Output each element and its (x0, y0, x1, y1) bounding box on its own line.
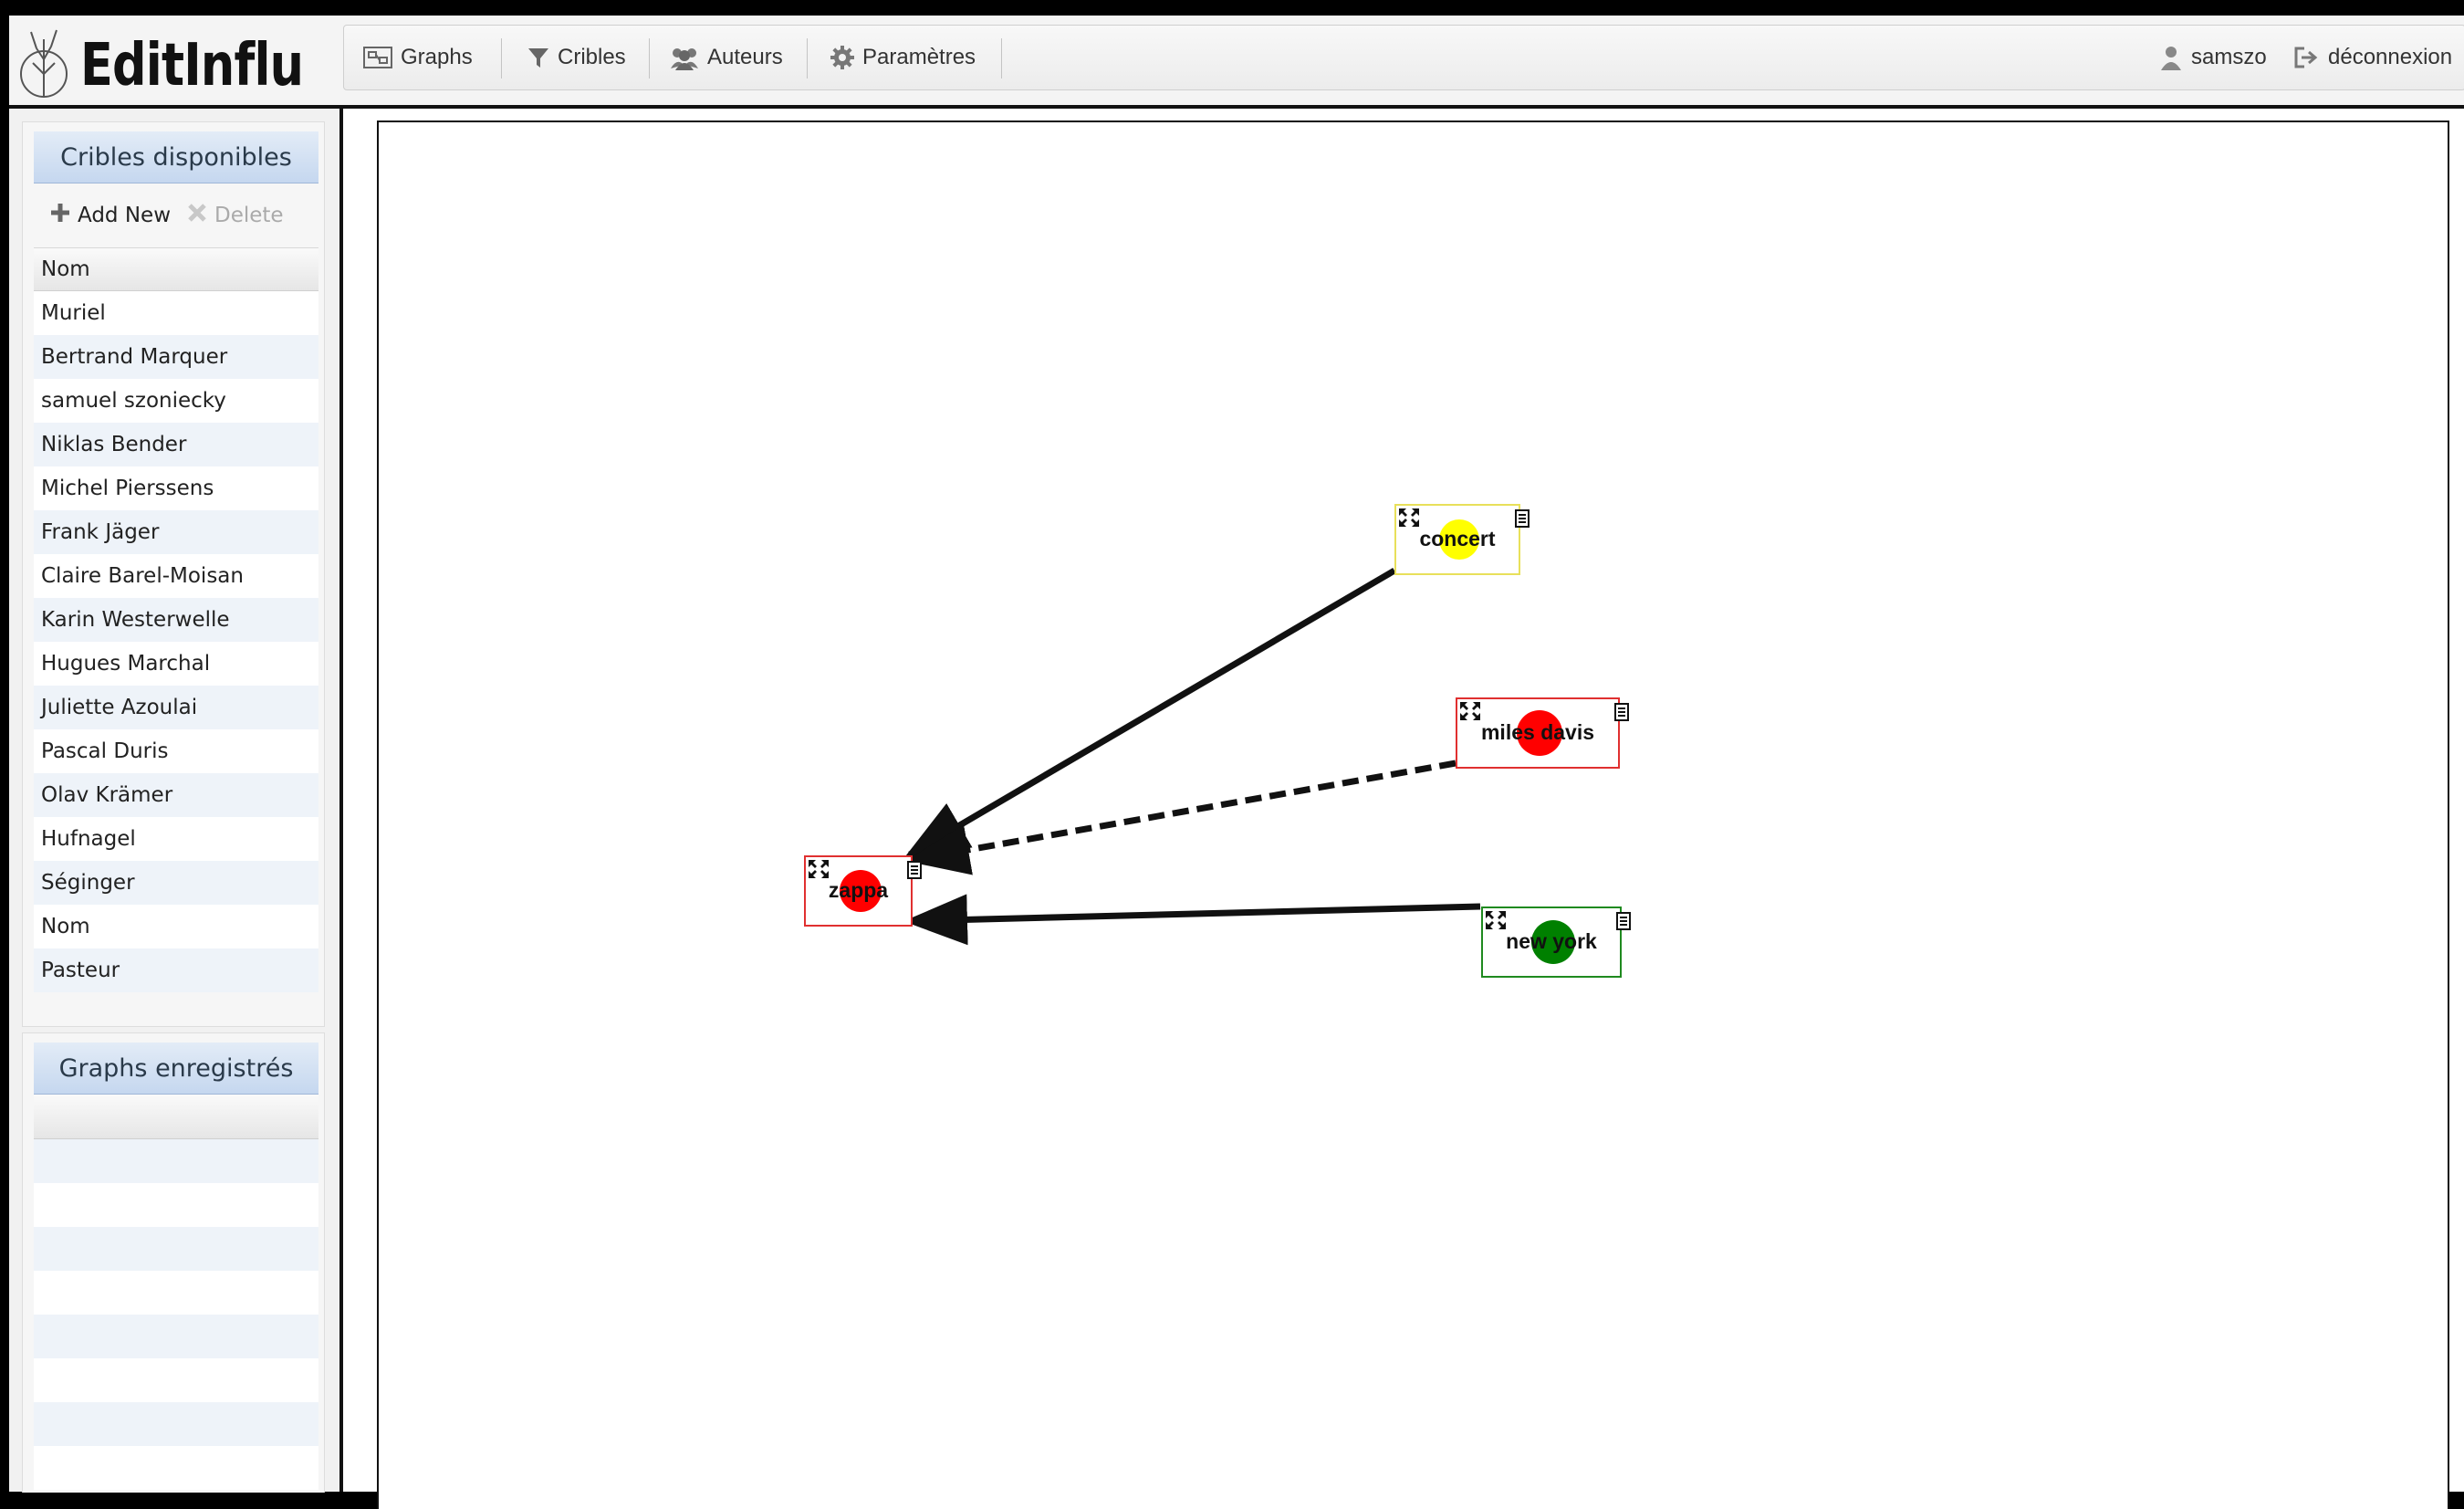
crible-row[interactable]: Pascal Duris (34, 729, 318, 773)
column-header-nom[interactable]: Nom (34, 248, 318, 291)
node-label: miles davis (1480, 720, 1595, 744)
app-window: EditInflu Graphs Cribles Auteurs Paramèt… (9, 16, 2464, 1509)
app-header: EditInflu Graphs Cribles Auteurs Paramèt… (9, 16, 2464, 109)
crible-row[interactable]: Claire Barel-Moisan (34, 554, 318, 598)
menu-separator (649, 38, 650, 79)
graph-list-row (34, 1446, 318, 1490)
graph-list-row (34, 1315, 318, 1358)
add-new-label: Add New (78, 204, 172, 227)
graph-node-concert[interactable]: concert (1394, 504, 1530, 575)
graphs-column-header (34, 1095, 318, 1139)
logout-link[interactable]: déconnexion (2293, 26, 2452, 89)
crible-row[interactable]: Bertrand Marquer (34, 335, 318, 379)
graph-list-row (34, 1271, 318, 1315)
gear-icon (830, 45, 855, 70)
crible-row[interactable]: Séginger (34, 861, 318, 905)
graph-list-row (34, 1227, 318, 1271)
graph-edge-miles-zappa[interactable] (905, 760, 1456, 875)
user-name: samszo (2191, 45, 2267, 69)
graph-edges (903, 567, 1481, 946)
graphs-panel: Graphs enregistrés (22, 1032, 325, 1493)
crible-row[interactable]: Nom (34, 905, 318, 948)
cribles-list: Muriel Bertrand Marquer samuel szoniecky Ni… (34, 291, 318, 992)
cribles-panel-title: Cribles disponibles (34, 131, 318, 183)
users-icon (669, 45, 700, 70)
tree-logo-icon (20, 29, 68, 98)
node-label: new york (1506, 929, 1597, 953)
graphs-list (34, 1139, 318, 1490)
app-logo[interactable]: EditInflu (16, 23, 304, 100)
logo-text: EditInflu (80, 32, 304, 100)
menu-cribles[interactable]: Cribles (527, 26, 626, 89)
crible-row[interactable]: Pasteur (34, 948, 318, 992)
add-new-button[interactable]: Add New (50, 203, 171, 228)
delete-label: Delete (214, 204, 284, 227)
graph-icon (362, 45, 393, 70)
graph-list-row (34, 1139, 318, 1183)
menu-parametres[interactable]: Paramètres (830, 26, 976, 89)
crible-row[interactable]: Olav Krämer (34, 773, 318, 817)
node-label: concert (1419, 527, 1496, 550)
menu-separator (501, 38, 502, 79)
crible-row[interactable]: Karin Westerwelle (34, 598, 318, 642)
menu-parametres-label: Paramètres (862, 45, 976, 69)
crible-row[interactable]: Juliette Azoulai (34, 686, 318, 729)
crible-row[interactable]: Michel Pierssens (34, 466, 318, 510)
graphs-panel-title: Graphs enregistrés (34, 1043, 318, 1095)
graph-node-newyork[interactable]: new york (1481, 906, 1631, 978)
menu-graphs[interactable]: Graphs (362, 26, 473, 89)
delete-button[interactable]: Delete (187, 203, 284, 228)
sidebar: Cribles disponibles Add New Delete Nom M… (9, 109, 343, 1493)
logout-icon (2293, 46, 2319, 69)
main-menubar: Graphs Cribles Auteurs Paramètres samszo… (343, 25, 2464, 90)
crible-row[interactable]: Hugues Marchal (34, 642, 318, 686)
logout-label: déconnexion (2328, 45, 2453, 69)
menu-cribles-label: Cribles (558, 45, 626, 69)
graph-node-zappa[interactable]: zappa (804, 855, 922, 927)
graph-edge-newyork-zappa[interactable] (903, 894, 1481, 946)
crible-row[interactable]: Hufnagel (34, 817, 318, 861)
menu-auteurs-label: Auteurs (707, 45, 783, 69)
crible-row[interactable]: Frank Jäger (34, 510, 318, 554)
filter-icon (527, 46, 550, 69)
menu-auteurs[interactable]: Auteurs (669, 26, 783, 89)
menu-separator (1001, 38, 1002, 79)
cribles-toolbar: Add New Delete (34, 183, 318, 248)
menu-separator (807, 38, 808, 79)
node-label: zappa (828, 878, 889, 902)
crible-row[interactable]: Muriel (34, 291, 318, 335)
menu-graphs-label: Graphs (401, 45, 473, 69)
graph-edge-concert-zappa[interactable] (903, 567, 1396, 858)
graph-node-miles[interactable]: miles davis (1456, 697, 1629, 769)
delete-icon (187, 203, 207, 228)
user-icon (2160, 45, 2182, 70)
graph-canvas[interactable]: concert miles davis zappa new york (377, 121, 2449, 1509)
user-menu[interactable]: samszo (2160, 26, 2267, 89)
graph-list-row (34, 1402, 318, 1446)
crible-row[interactable]: Niklas Bender (34, 423, 318, 466)
crible-row[interactable]: samuel szoniecky (34, 379, 318, 423)
graph-list-row (34, 1358, 318, 1402)
plus-icon (50, 203, 70, 228)
graph-list-row (34, 1183, 318, 1227)
cribles-panel: Cribles disponibles Add New Delete Nom M… (22, 121, 325, 1027)
